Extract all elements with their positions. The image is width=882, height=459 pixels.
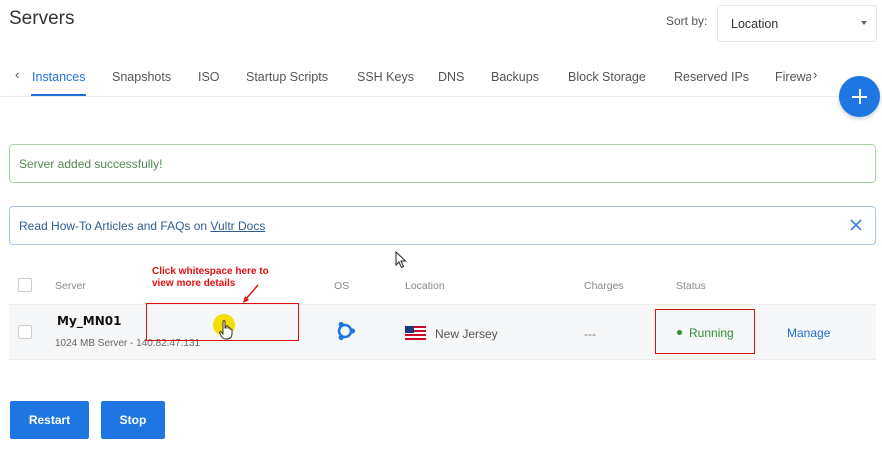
info-alert: Read How-To Articles and FAQs on Vultr D… bbox=[9, 206, 876, 245]
annotation-line-2: view more details bbox=[152, 278, 236, 289]
manage-link[interactable]: Manage bbox=[787, 326, 830, 340]
row-checkbox[interactable] bbox=[18, 325, 32, 339]
tabs-scroll-right-icon[interactable]: › bbox=[813, 67, 817, 82]
close-icon[interactable] bbox=[848, 217, 864, 233]
annotation-text: Click whitespace here to view more detai… bbox=[152, 266, 292, 290]
sort-select-value: Location bbox=[731, 17, 779, 31]
chevron-down-icon bbox=[861, 21, 867, 25]
select-all-checkbox[interactable] bbox=[18, 278, 32, 292]
stop-button[interactable]: Stop bbox=[101, 401, 165, 439]
col-header-server: Server bbox=[55, 280, 86, 292]
info-alert-prefix: Read How-To Articles and FAQs on bbox=[19, 219, 211, 233]
success-alert-text: Server added successfully! bbox=[19, 157, 163, 171]
add-server-button[interactable] bbox=[839, 76, 880, 117]
annotation-line-1: Click whitespace here to bbox=[152, 266, 269, 277]
page-title: Servers bbox=[9, 8, 75, 29]
server-location: New Jersey bbox=[435, 327, 498, 341]
info-alert-text: Read How-To Articles and FAQs on Vultr D… bbox=[19, 219, 265, 233]
col-header-status: Status bbox=[676, 280, 706, 292]
tab-snapshots[interactable]: Snapshots bbox=[112, 70, 171, 84]
sort-select[interactable]: Location bbox=[717, 5, 877, 42]
restart-button[interactable]: Restart bbox=[10, 401, 89, 439]
tab-iso[interactable]: ISO bbox=[198, 70, 220, 84]
hand-cursor-icon bbox=[219, 320, 233, 340]
mouse-pointer-icon bbox=[395, 251, 407, 269]
server-name[interactable]: My_MN01 bbox=[57, 314, 121, 328]
annotation-arrow-icon bbox=[243, 284, 259, 303]
col-header-os: OS bbox=[334, 280, 350, 292]
tab-reserved-ips[interactable]: Reserved IPs bbox=[674, 70, 749, 84]
ubuntu-icon bbox=[337, 321, 356, 341]
server-charges: --- bbox=[584, 327, 596, 341]
active-tab-indicator bbox=[31, 94, 86, 96]
tabs-bar: ‹ Instances Snapshots ISO Startup Script… bbox=[0, 62, 840, 97]
us-flag-icon bbox=[405, 326, 426, 340]
tab-backups[interactable]: Backups bbox=[491, 70, 539, 84]
col-header-location: Location bbox=[405, 280, 445, 292]
vultr-docs-link[interactable]: Vultr Docs bbox=[210, 219, 265, 233]
tab-firewall[interactable]: Firewa bbox=[775, 70, 811, 84]
success-alert: Server added successfully! bbox=[9, 144, 876, 183]
tab-instances[interactable]: Instances bbox=[32, 70, 86, 84]
status-dot-icon bbox=[677, 330, 682, 335]
tab-dns[interactable]: DNS bbox=[438, 70, 464, 84]
tab-ssh-keys[interactable]: SSH Keys bbox=[357, 70, 414, 84]
status-badge: Running bbox=[689, 326, 734, 340]
tabs-scroll-left-icon[interactable]: ‹ bbox=[15, 67, 19, 82]
tab-startup-scripts[interactable]: Startup Scripts bbox=[246, 70, 328, 84]
sort-label: Sort by: bbox=[666, 14, 708, 28]
tab-block-storage[interactable]: Block Storage bbox=[568, 70, 646, 84]
col-header-charges: Charges bbox=[584, 280, 624, 292]
